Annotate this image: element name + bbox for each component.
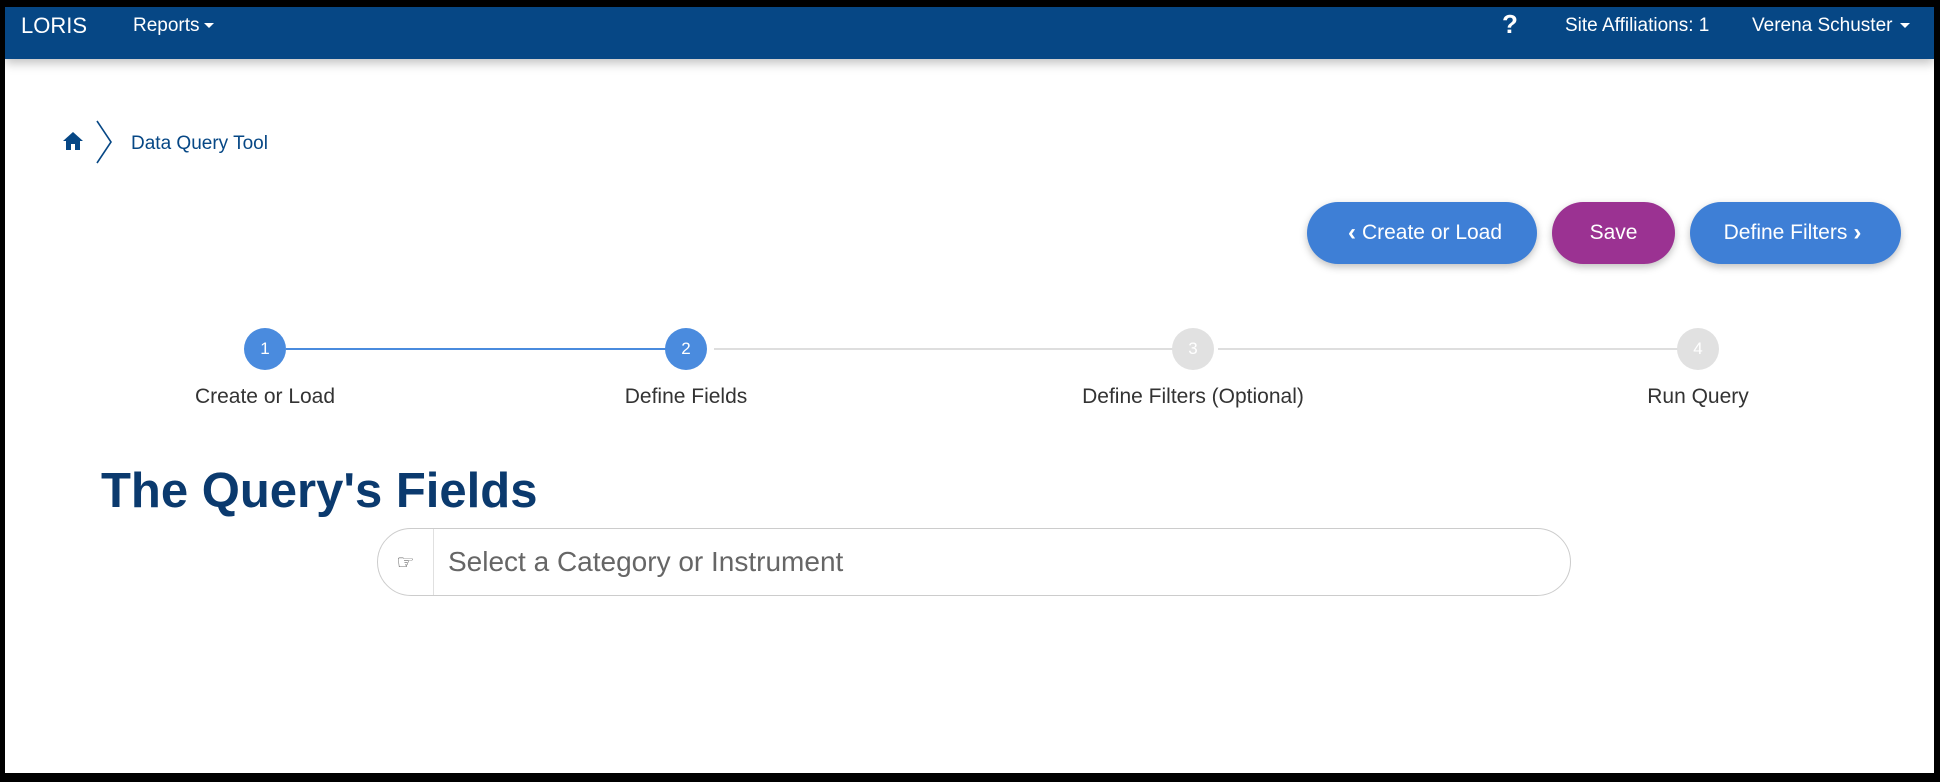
create-or-load-button[interactable]: ‹ Create or Load — [1307, 202, 1537, 264]
caret-down-icon — [203, 23, 214, 29]
save-label: Save — [1589, 221, 1638, 244]
step-1-circle[interactable]: 1 — [244, 328, 286, 370]
breadcrumb-separator-icon — [96, 120, 112, 164]
step-connector-complete — [286, 348, 672, 350]
brand-logo[interactable]: LORIS — [21, 13, 87, 39]
site-affiliations-link[interactable]: Site Affiliations: 1 — [1565, 15, 1709, 37]
home-icon[interactable] — [61, 129, 85, 153]
top-navbar: LORIS Reports ? Site Affiliations: 1 Ver… — [5, 7, 1934, 59]
app-window: LORIS Reports ? Site Affiliations: 1 Ver… — [5, 7, 1934, 773]
chevron-left-icon: ‹ — [1347, 219, 1356, 246]
define-filters-button[interactable]: Define Filters › — [1690, 202, 1901, 264]
step-2-circle[interactable]: 2 — [665, 328, 707, 370]
step-2-label: Define Fields — [624, 385, 748, 408]
page-title: The Query's Fields — [101, 464, 538, 518]
create-or-load-label: Create or Load — [1361, 221, 1503, 244]
user-menu[interactable]: Verena Schuster — [1752, 15, 1911, 37]
step-connector — [1218, 348, 1680, 350]
step-1-label: Create or Load — [194, 385, 336, 408]
hand-pointer-icon: ☞ — [378, 529, 434, 595]
save-button[interactable]: Save — [1552, 202, 1675, 264]
step-4-circle[interactable]: 4 — [1677, 328, 1719, 370]
help-icon[interactable]: ? — [1502, 9, 1518, 40]
reports-menu[interactable]: Reports — [133, 15, 214, 37]
user-name: Verena Schuster — [1752, 15, 1893, 36]
query-stepper: 1 2 3 4 Create or Load Define Fields Def… — [5, 317, 1934, 408]
chevron-right-icon: › — [1853, 219, 1862, 246]
step-3-circle[interactable]: 3 — [1172, 328, 1214, 370]
step-3-label: Define Filters (Optional) — [1082, 385, 1304, 408]
breadcrumb-current[interactable]: Data Query Tool — [131, 133, 268, 155]
select-placeholder: Select a Category or Instrument — [448, 546, 844, 577]
define-filters-label: Define Filters — [1723, 221, 1848, 244]
category-instrument-select[interactable]: ☞ Select a Category or Instrument — [377, 528, 1571, 596]
reports-menu-label: Reports — [133, 15, 200, 36]
caret-down-icon — [1900, 23, 1911, 29]
step-4-label: Run Query — [1647, 385, 1749, 408]
step-connector — [714, 348, 1176, 350]
